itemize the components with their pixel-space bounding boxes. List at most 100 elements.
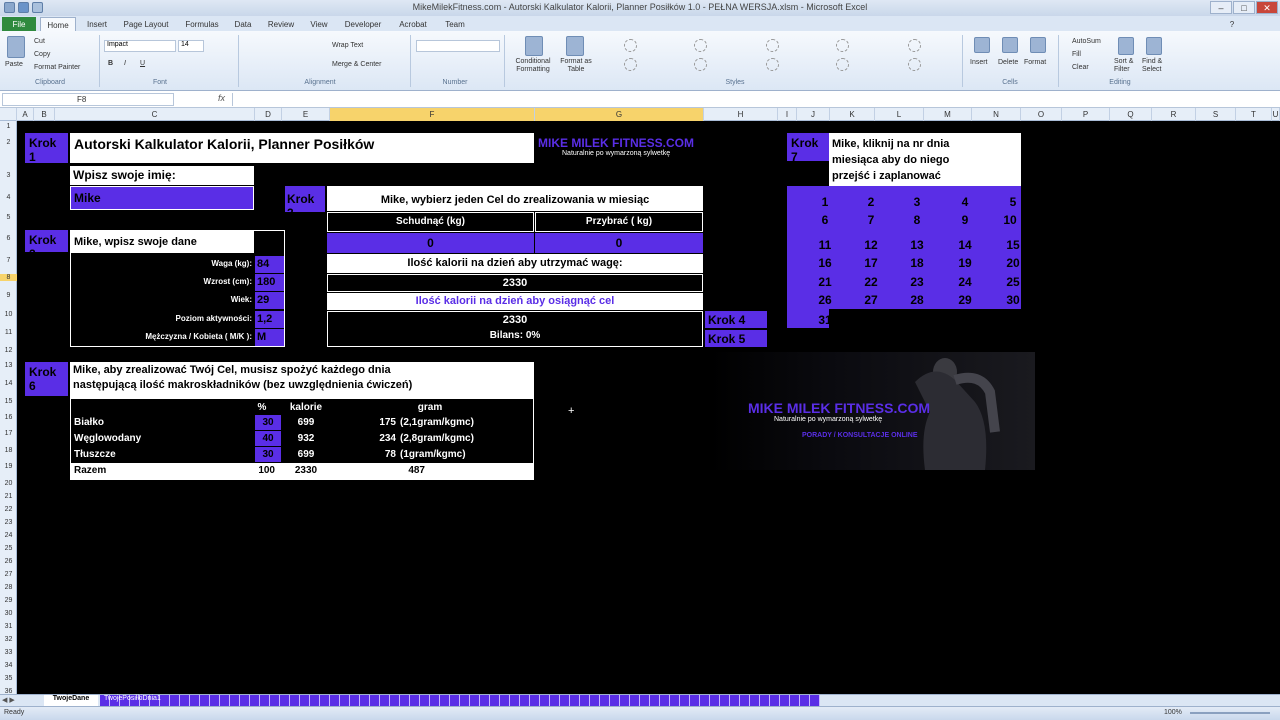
cell-style-icon[interactable] [694, 58, 707, 71]
row-header-25[interactable]: 25 [0, 545, 17, 552]
row-header-15[interactable]: 15 [0, 398, 17, 405]
row-header-31[interactable]: 31 [0, 623, 17, 630]
sheet-nav-icon[interactable]: ◀ ▶ [2, 696, 15, 704]
sort-filter-icon[interactable] [1118, 37, 1134, 55]
calendar-day[interactable]: 14 [945, 238, 985, 252]
row-header-29[interactable]: 29 [0, 597, 17, 604]
cell-style-icon[interactable] [624, 58, 637, 71]
function-icon[interactable]: fx [218, 93, 225, 103]
calendar-day[interactable]: 18 [897, 256, 937, 270]
calendar-day[interactable]: 30 [993, 293, 1033, 307]
tab-developer[interactable]: Developer [338, 17, 388, 32]
column-header-d[interactable]: D [255, 108, 282, 121]
column-header-c[interactable]: C [55, 108, 255, 121]
format-as-table-button[interactable]: Format as Table [556, 58, 596, 74]
column-header-m[interactable]: M [924, 108, 972, 121]
row-header-3[interactable]: 3 [0, 172, 17, 179]
tab-team[interactable]: Team [438, 17, 472, 32]
calendar-day[interactable]: 11 [805, 238, 845, 252]
format-icon[interactable] [1030, 37, 1046, 53]
insert-button[interactable]: Insert [970, 59, 988, 66]
column-header-t[interactable]: T [1236, 108, 1272, 121]
calendar-day[interactable]: 8 [897, 213, 937, 227]
row-header-16[interactable]: 16 [0, 414, 17, 421]
calendar-day[interactable]: 6 [805, 213, 845, 227]
calendar-day[interactable]: 29 [945, 293, 985, 307]
clear-button[interactable]: Clear [1072, 64, 1089, 71]
tab-home[interactable]: Home [40, 17, 76, 32]
delete-icon[interactable] [1002, 37, 1018, 53]
paste-button[interactable]: Paste [5, 61, 23, 68]
find-select-button[interactable]: Find & Select [1142, 58, 1172, 74]
column-header-l[interactable]: L [875, 108, 924, 121]
column-header-u[interactable]: U [1272, 108, 1280, 121]
field-value-input[interactable]: 180 [255, 274, 284, 291]
calendar-day[interactable]: 3 [897, 195, 937, 209]
merge-center-button[interactable]: Merge & Center [332, 61, 381, 68]
sheet-tab-dane[interactable]: TwojeDane [44, 695, 98, 706]
autosum-button[interactable]: AutoSum [1072, 38, 1101, 45]
conditional-formatting-button[interactable]: Conditional Formatting [510, 58, 556, 74]
format-as-table-icon[interactable] [566, 36, 584, 56]
calendar-day[interactable]: 17 [851, 256, 891, 270]
calendar-day[interactable]: 20 [993, 256, 1033, 270]
row-header-12[interactable]: 12 [0, 347, 17, 354]
maximize-button[interactable]: □ [1233, 1, 1255, 14]
cell-style-icon[interactable] [766, 58, 779, 71]
sort-filter-button[interactable]: Sort & Filter [1114, 58, 1142, 74]
row-header-21[interactable]: 21 [0, 493, 17, 500]
macro-pct-input[interactable]: 40 [255, 431, 281, 446]
calendar-day[interactable]: 10 [990, 213, 1030, 227]
column-header-k[interactable]: K [830, 108, 875, 121]
macro-pct-input[interactable]: 30 [255, 447, 281, 462]
minimize-button[interactable]: – [1210, 1, 1232, 14]
column-header-i[interactable]: I [778, 108, 797, 121]
calendar-day[interactable]: 25 [993, 275, 1033, 289]
row-header-35[interactable]: 35 [0, 675, 17, 682]
paste-icon[interactable] [7, 36, 25, 58]
select-all-corner[interactable] [0, 108, 17, 121]
calendar-day[interactable]: 9 [945, 213, 985, 227]
column-header-p[interactable]: P [1062, 108, 1110, 121]
tab-acrobat[interactable]: Acrobat [392, 17, 434, 32]
help-icon[interactable]: ? [1226, 17, 1238, 32]
underline-button[interactable]: U [140, 60, 145, 67]
format-button[interactable]: Format [1024, 59, 1046, 66]
font-name-select[interactable]: Impact [104, 40, 176, 52]
row-header-28[interactable]: 28 [0, 584, 17, 591]
macro-pct-input[interactable]: 30 [255, 415, 281, 430]
column-header-q[interactable]: Q [1110, 108, 1152, 121]
tab-formulas[interactable]: Formulas [180, 17, 224, 32]
bold-button[interactable]: B [108, 60, 113, 67]
calendar-day[interactable]: 28 [897, 293, 937, 307]
row-header-8[interactable]: 8 [0, 274, 17, 281]
row-header-9[interactable]: 9 [0, 292, 17, 299]
cell-style-icon[interactable] [908, 39, 921, 52]
zoom-slider[interactable] [1190, 712, 1270, 714]
italic-button[interactable]: I [124, 60, 126, 67]
cell-style-icon[interactable] [836, 39, 849, 52]
calendar-day[interactable]: 21 [805, 275, 845, 289]
row-header-27[interactable]: 27 [0, 571, 17, 578]
column-header-f[interactable]: F [330, 108, 535, 121]
calendar-day[interactable]: 23 [897, 275, 937, 289]
tab-file[interactable]: File [2, 17, 36, 32]
row-header-24[interactable]: 24 [0, 532, 17, 539]
row-header-1[interactable]: 1 [0, 123, 17, 130]
gain-input[interactable]: 0 [535, 233, 703, 253]
conditional-formatting-icon[interactable] [525, 36, 543, 56]
calendar-day[interactable]: 1 [805, 195, 845, 209]
field-value-input[interactable]: 84 [255, 256, 284, 273]
row-header-18[interactable]: 18 [0, 447, 17, 454]
calendar-day[interactable]: 15 [993, 238, 1033, 252]
column-header-j[interactable]: J [797, 108, 830, 121]
row-header-26[interactable]: 26 [0, 558, 17, 565]
row-header-13[interactable]: 13 [0, 362, 17, 369]
column-header-s[interactable]: S [1196, 108, 1236, 121]
calendar-day[interactable]: 24 [945, 275, 985, 289]
cut-button[interactable]: Cut [34, 38, 45, 45]
row-header-33[interactable]: 33 [0, 649, 17, 656]
calendar-day[interactable]: 13 [897, 238, 937, 252]
lose-input[interactable]: 0 [327, 233, 534, 253]
row-header-22[interactable]: 22 [0, 506, 17, 513]
